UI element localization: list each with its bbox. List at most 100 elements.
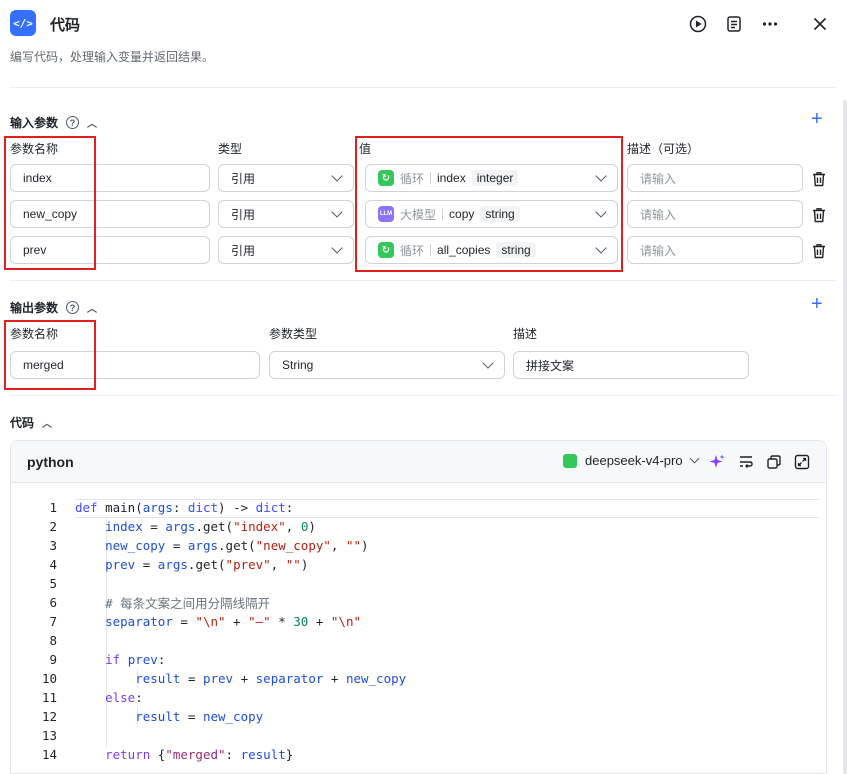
chevron-down-icon [689, 453, 700, 464]
col-value: 值 [359, 142, 372, 156]
value-source: 循环 [400, 171, 425, 186]
input-params-title: 输入参数 [10, 116, 59, 130]
output-params-title: 输出参数 [10, 301, 59, 315]
code-line: 7 separator = "\n" + "—" * 30 + "\n" [11, 612, 826, 631]
code-editor-header: python deepseek-v4-pro [11, 441, 826, 483]
format-icon[interactable] [737, 453, 755, 471]
chevron-down-icon [595, 206, 607, 218]
col-description: 描述（可选） [627, 142, 700, 156]
code-section-header[interactable]: 代码 ︿ [10, 414, 52, 431]
code-body[interactable]: 1 def main(args: dict) -> dict: 2 index =… [11, 484, 826, 773]
input-params-header[interactable]: 输入参数 ? ︿ [10, 114, 97, 131]
param-type-value: 引用 [231, 207, 256, 222]
param-type-select[interactable]: 引用 [218, 164, 354, 192]
param-value-select[interactable]: LLM 大模型 copy string [365, 200, 618, 228]
code-text: return {"merged": result} [105, 747, 294, 762]
code-text: result = prev + separator + new_copy [135, 671, 407, 686]
param-desc-input[interactable]: 请输入 [627, 200, 803, 228]
value-chip: ↻ 循环 all_copies string [378, 242, 536, 259]
value-chip: LLM 大模型 copy string [378, 206, 520, 223]
col-param-name: 参数名称 [10, 327, 59, 341]
param-type-value: 引用 [231, 243, 256, 258]
value-chip: ↻ 循环 index integer [378, 170, 519, 187]
help-icon[interactable]: ? [66, 301, 80, 314]
value-variable: copy [449, 207, 475, 221]
chevron-up-icon[interactable]: ︿ [42, 415, 52, 430]
output-desc-input[interactable]: 拼接文案 [513, 351, 749, 379]
add-output-icon[interactable]: + [811, 294, 823, 314]
chevron-down-icon [595, 170, 607, 182]
copy-icon[interactable] [765, 453, 783, 471]
code-section-title: 代码 [10, 416, 35, 430]
delete-icon[interactable] [812, 171, 826, 187]
param-name-input[interactable]: prev [10, 236, 210, 264]
code-text: new_copy = args.get("new_copy", "") [105, 538, 369, 553]
param-desc-input[interactable]: 请输入 [627, 164, 803, 192]
code-line: 8 [11, 631, 826, 650]
chevron-down-icon [331, 206, 343, 218]
param-type-value: 引用 [231, 171, 256, 186]
line-number: 11 [41, 690, 57, 705]
code-line: 1 def main(args: dict) -> dict: [11, 498, 826, 517]
param-type-select[interactable]: 引用 [218, 236, 354, 264]
model-icon [563, 453, 577, 468]
llm-icon: LLM [378, 206, 394, 222]
chevron-up-icon[interactable]: ︿ [87, 300, 97, 315]
node-header: </> 代码 [10, 10, 830, 38]
more-icon[interactable] [758, 12, 782, 36]
code-line: 3 new_copy = args.get("new_copy", "") [11, 536, 826, 555]
code-line: 10 result = prev + separator + new_copy [11, 669, 826, 688]
chevron-down-icon [331, 242, 343, 254]
code-line: 12 result = new_copy [11, 707, 826, 726]
code-text: index = args.get("index", 0) [105, 519, 316, 534]
line-number: 14 [41, 747, 57, 762]
chevron-down-icon [331, 170, 343, 182]
separator [430, 244, 432, 256]
output-type-select[interactable]: String [269, 351, 505, 379]
code-text: prev = args.get("prev", "") [105, 557, 309, 572]
param-type-select[interactable]: 引用 [218, 200, 354, 228]
line-number: 1 [49, 500, 57, 515]
param-desc-input[interactable]: 请输入 [627, 236, 803, 264]
line-number: 4 [49, 557, 57, 572]
line-number: 5 [49, 576, 57, 591]
param-value-select[interactable]: ↻ 循环 all_copies string [365, 236, 618, 264]
node-title: 代码 [50, 17, 81, 34]
chevron-down-icon [482, 357, 494, 369]
line-number: 12 [41, 709, 57, 724]
output-name-input[interactable]: merged [10, 351, 260, 379]
expand-icon[interactable] [793, 453, 811, 471]
node-description: 编写代码，处理输入变量并返回结果。 [10, 50, 215, 64]
chevron-up-icon[interactable]: ︿ [87, 115, 97, 130]
delete-icon[interactable] [812, 243, 826, 259]
code-icon: </> [10, 10, 36, 36]
run-icon[interactable] [686, 12, 710, 36]
param-name-input[interactable]: index [10, 164, 210, 192]
output-type-value: String [282, 358, 314, 372]
separator [442, 208, 444, 220]
code-line: 14 return {"merged": result} [11, 745, 826, 764]
col-description: 描述 [513, 327, 538, 341]
delete-icon[interactable] [812, 207, 826, 223]
close-icon[interactable] [808, 12, 832, 36]
code-editor-panel: python deepseek-v4-pro 1 def main(args: d… [10, 440, 827, 774]
param-value-select[interactable]: ↻ 循环 index integer [365, 164, 618, 192]
divider [10, 87, 836, 88]
col-type: 类型 [218, 142, 243, 156]
code-line: 13 [11, 726, 826, 745]
help-icon[interactable]: ? [66, 116, 80, 129]
code-line: 6 # 每条文案之间用分隔线隔开 [11, 593, 826, 612]
add-input-icon[interactable]: + [811, 109, 823, 129]
doc-icon[interactable] [722, 12, 746, 36]
line-number: 3 [49, 538, 57, 553]
code-text: separator = "\n" + "—" * 30 + "\n" [105, 614, 362, 629]
value-source: 大模型 [400, 207, 437, 222]
output-params-header[interactable]: 输出参数 ? ︿ [10, 299, 97, 316]
line-number: 9 [49, 652, 57, 667]
scrollbar[interactable] [843, 100, 847, 774]
param-name-input[interactable]: new_copy [10, 200, 210, 228]
divider [10, 395, 836, 396]
ai-sparkle-icon[interactable] [708, 453, 726, 471]
value-type-tag: string [496, 242, 536, 258]
model-select[interactable]: deepseek-v4-pro [563, 453, 700, 468]
